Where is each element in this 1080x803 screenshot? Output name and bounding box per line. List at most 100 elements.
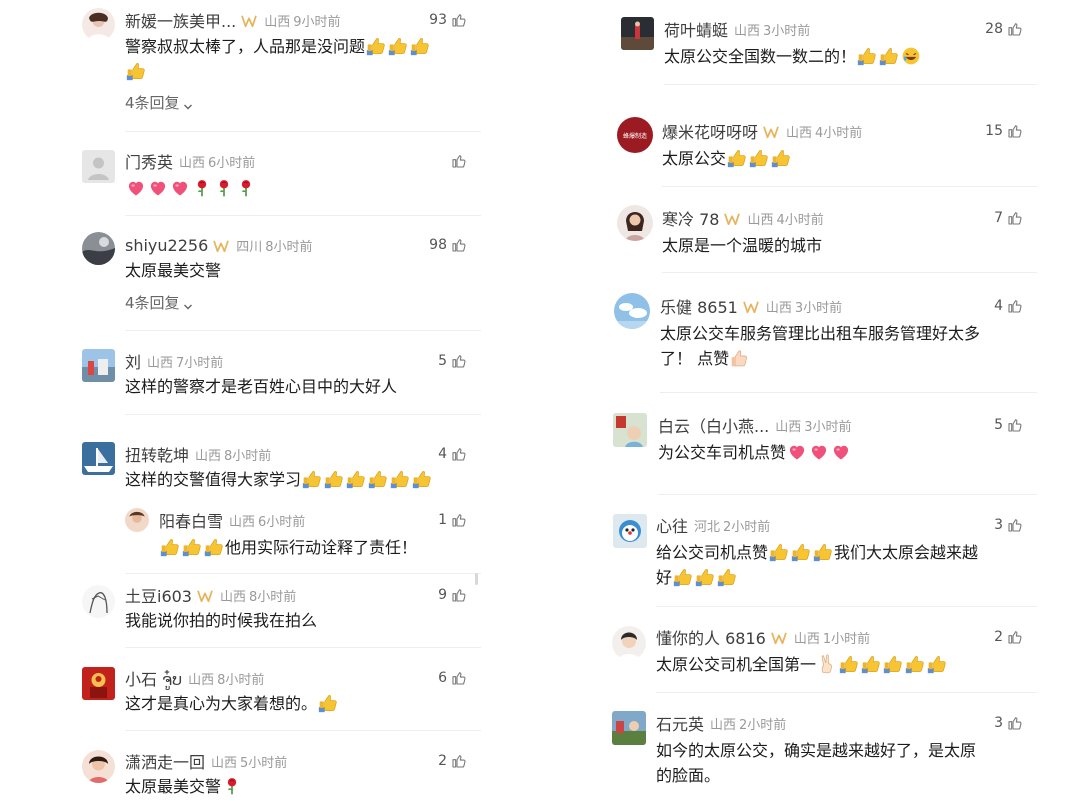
- like-count: 4: [994, 298, 1003, 314]
- comment-body-line-1: 如今的太原公交，确实是越来越好了，是太原: [656, 741, 977, 760]
- comment-body: 这才是真心为大家着想的。: [125, 694, 318, 713]
- timestamp: 5小时前: [240, 755, 288, 771]
- location: 山西: [188, 672, 215, 688]
- avatar[interactable]: [82, 150, 115, 183]
- thumbs-up-emoji-icon: [318, 693, 338, 713]
- chevron-down-icon: [183, 298, 193, 308]
- username[interactable]: 小石 ຈູ໋ບ: [125, 666, 182, 690]
- divider: [125, 330, 481, 331]
- avatar[interactable]: [82, 8, 115, 41]
- avatar[interactable]: [82, 667, 115, 700]
- like-count: 9: [438, 587, 447, 603]
- like-button[interactable]: 2: [438, 750, 467, 772]
- like-button[interactable]: 5: [438, 350, 467, 372]
- view-replies-link[interactable]: 4条回复: [125, 92, 193, 113]
- reply-text: 他用实际行动诠释了责任！: [159, 535, 469, 560]
- thumbs-up-emoji-icon: [769, 542, 789, 562]
- rose-emoji-icon: [222, 776, 242, 796]
- username[interactable]: 新媛一族美甲...: [125, 8, 236, 32]
- vip-badge-icon: [240, 13, 258, 27]
- username[interactable]: 荷叶蜻蜓: [664, 17, 728, 41]
- comment-body-line-2: 的脸面。: [656, 766, 721, 785]
- vip-badge-icon: [762, 124, 780, 138]
- avatar[interactable]: [82, 585, 115, 618]
- avatar[interactable]: [613, 413, 647, 447]
- divider: [125, 414, 481, 415]
- avatar[interactable]: 蜂爆制造: [617, 117, 653, 153]
- like-button[interactable]: 1: [438, 509, 467, 531]
- comment-text: 为公交车司机点赞: [658, 440, 1028, 465]
- username[interactable]: 门秀英: [125, 149, 173, 173]
- username[interactable]: 心往: [656, 513, 688, 537]
- like-button[interactable]: 2: [994, 626, 1023, 648]
- avatar[interactable]: [82, 232, 115, 265]
- like-count: 5: [438, 353, 447, 369]
- comment-text: 这才是真心为大家着想的。: [125, 691, 465, 716]
- scrollbar-thumb[interactable]: [475, 573, 478, 585]
- comment-text: 我能说你拍的时候我在拍么: [125, 608, 465, 633]
- comment-meta: 土豆i603 山西 8小时前: [125, 584, 296, 606]
- thumbs-up-icon: [451, 153, 467, 169]
- username[interactable]: 石元英: [656, 711, 704, 735]
- like-button[interactable]: 4: [994, 295, 1023, 317]
- username[interactable]: 乐健 8651: [660, 294, 738, 318]
- comment-meta: 寒冷 78 山西 4小时前: [662, 207, 824, 229]
- like-button[interactable]: 5: [994, 414, 1023, 436]
- username[interactable]: shiyu2256: [125, 236, 208, 255]
- like-button[interactable]: 7: [994, 207, 1023, 229]
- username[interactable]: 扭转乾坤: [125, 442, 189, 466]
- like-button[interactable]: 3: [994, 514, 1023, 536]
- heart-emoji-icon: [170, 178, 190, 198]
- comment-body-line-2: 了！ 点赞: [660, 349, 730, 368]
- avatar[interactable]: [614, 293, 650, 329]
- thumbs-up-emoji-icon: [160, 537, 180, 557]
- avatar[interactable]: [621, 17, 654, 50]
- timestamp: 3小时前: [804, 419, 852, 435]
- comment-meta: 潇洒走一回 山西 5小时前: [125, 750, 287, 772]
- username[interactable]: 懂你的人 6816: [656, 625, 766, 649]
- thumbs-up-emoji-icon: [883, 654, 903, 674]
- location: 山西: [710, 717, 737, 733]
- thumbs-up-emoji-icon: [390, 469, 410, 489]
- thumbs-up-emoji-icon: [302, 469, 322, 489]
- avatar[interactable]: [613, 514, 647, 548]
- thumbs-up-emoji-icon: [727, 148, 747, 168]
- like-button[interactable]: 6: [438, 667, 467, 689]
- avatar[interactable]: [612, 626, 646, 660]
- like-button[interactable]: 15: [985, 120, 1023, 142]
- username[interactable]: 潇洒走一回: [125, 749, 205, 773]
- timestamp: 3小时前: [794, 300, 843, 316]
- avatar[interactable]: [617, 205, 653, 241]
- comment-text: 太原公交: [662, 146, 1022, 171]
- comment-text: 太原公交车服务管理比出租车服务管理好太多 了！ 点赞: [660, 321, 1030, 371]
- thumbs-up-emoji-icon: [791, 542, 811, 562]
- username[interactable]: 白云（白小燕...: [658, 413, 769, 437]
- comment-list-left: 新媛一族美甲... 山西 9小时前 93 警察叔叔太棒了，人品那是没问题 4条回…: [65, 0, 481, 803]
- username[interactable]: 寒冷 78: [662, 206, 719, 230]
- like-button[interactable]: 4: [438, 443, 467, 465]
- thumbs-up-emoji-icon: [412, 469, 432, 489]
- avatar[interactable]: [612, 711, 646, 745]
- thumbs-up-emoji-icon: [813, 542, 833, 562]
- username[interactable]: 刘: [125, 349, 141, 373]
- username[interactable]: 土豆i603: [125, 583, 192, 607]
- location: 山西: [775, 419, 802, 435]
- timestamp: 8小时前: [265, 239, 313, 255]
- like-button[interactable]: 28: [985, 18, 1023, 40]
- avatar[interactable]: [82, 442, 115, 475]
- avatar[interactable]: [82, 750, 115, 783]
- like-button[interactable]: [447, 150, 467, 172]
- view-replies-link[interactable]: 4条回复: [125, 292, 193, 313]
- username[interactable]: 爆米花呀呀呀: [662, 119, 758, 143]
- like-button[interactable]: 98: [429, 234, 467, 256]
- replies-count: 4条回复: [125, 294, 180, 312]
- like-button[interactable]: 93: [429, 9, 467, 31]
- avatar[interactable]: [125, 508, 149, 532]
- avatar[interactable]: [82, 349, 115, 382]
- comment-body: 太原最美交警: [125, 777, 222, 796]
- like-button[interactable]: 3: [994, 712, 1023, 734]
- username[interactable]: 阳春白雪: [159, 508, 223, 532]
- like-button[interactable]: 9: [438, 584, 467, 606]
- comment-text: 太原最美交警: [125, 774, 465, 799]
- thumbs-up-icon: [451, 512, 467, 528]
